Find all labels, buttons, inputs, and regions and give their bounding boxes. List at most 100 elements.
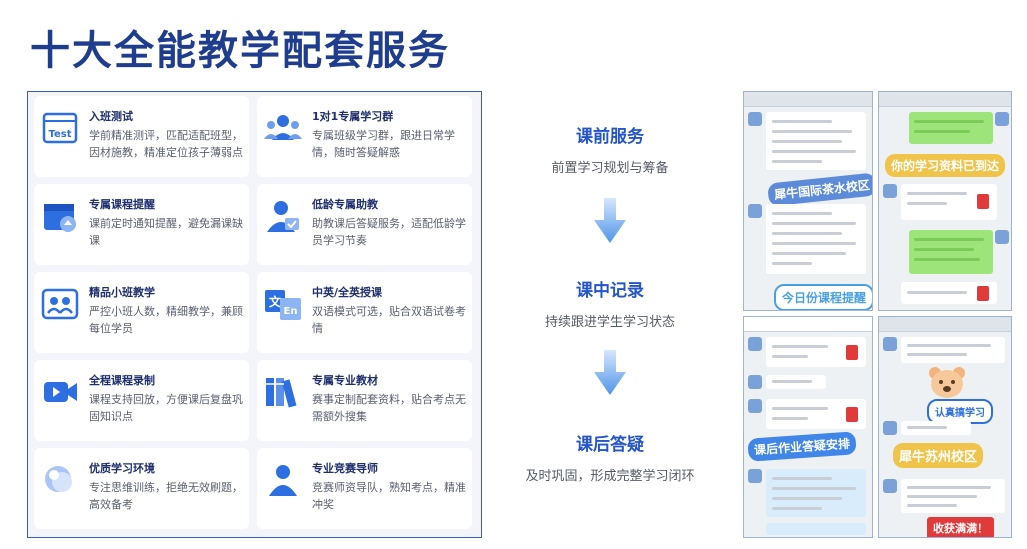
card-desc: 赛事定制配套资料，贴合考点无需额外搜集 bbox=[312, 393, 466, 423]
card-title: 专属专业教材 bbox=[312, 374, 378, 387]
flow-step-after-class: 课后答疑 及时巩固，形成完整学习闭环 bbox=[500, 430, 720, 484]
chat-screenshot-materials: 你的学习资料已到达 bbox=[878, 91, 1012, 311]
avatar bbox=[883, 337, 897, 351]
service-card-mentor: 专业竞赛导师 竞赛师资导队，熟知考点，精准冲奖 bbox=[257, 448, 472, 529]
card-title: 专属课程提醒 bbox=[89, 198, 155, 211]
avatar bbox=[995, 112, 1009, 126]
flow-step-desc: 前置学习规划与筹备 bbox=[551, 161, 669, 176]
service-card-materials: 专属专业教材 赛事定制配套资料，贴合考点无需额外搜集 bbox=[257, 360, 472, 441]
chat-status-bar bbox=[879, 317, 1011, 332]
sticker-label: 今日份课程提醒 bbox=[774, 284, 872, 310]
video-icon bbox=[44, 382, 77, 402]
card-desc: 课程支持回放，方便课后复盘巩固知识点 bbox=[89, 393, 243, 423]
small-class-icon bbox=[41, 288, 79, 320]
chat-status-bar bbox=[744, 92, 872, 107]
avatar bbox=[748, 399, 762, 413]
chat-bubble bbox=[766, 375, 826, 389]
sticker-label: 你的学习资料已到达 bbox=[885, 154, 1006, 177]
flow-step-title: 课后答疑 bbox=[576, 435, 644, 455]
chat-bubble bbox=[766, 204, 866, 274]
file-bubble bbox=[766, 399, 866, 429]
service-card-recording: 全程课程录制 课程支持回放，方便课后复盘巩固知识点 bbox=[34, 360, 249, 441]
file-bubble bbox=[901, 282, 997, 304]
chat-status-bar bbox=[744, 317, 872, 332]
flow-step-before-class: 课前服务 前置学习规划与筹备 bbox=[500, 122, 720, 176]
environment-icon bbox=[45, 466, 72, 492]
card-desc: 课前定时通知提醒，避免漏课缺课 bbox=[89, 217, 243, 247]
service-card-small-class: 精品小班教学 严控小班人数，精细教学，兼顾每位学员 bbox=[34, 272, 249, 353]
page-title: 十大全能教学配套服务 bbox=[30, 28, 450, 74]
card-desc: 专注思维训练，拒绝无效刷题，高效备考 bbox=[89, 481, 243, 511]
service-card-placement-test: Test 入班测试 学前精准测评，匹配适配班型，因材施教，精准定位孩子薄弱点 bbox=[34, 96, 249, 177]
avatar bbox=[883, 421, 897, 435]
chat-screenshot-campus: 认真搞学习 犀牛苏州校区 收获满满！ bbox=[878, 316, 1012, 538]
sticker-label: 课后作业答疑安排 bbox=[747, 431, 857, 462]
services-panel: Test 入班测试 学前精准测评，匹配适配班型，因材施教，精准定位孩子薄弱点 1… bbox=[27, 91, 482, 538]
card-desc: 严控小班人数，精细教学，兼顾每位学员 bbox=[89, 305, 243, 335]
service-card-study-group: 1对1专属学习群 专属班级学习群，跟进日常学情，随时答疑解惑 bbox=[257, 96, 472, 177]
avatar bbox=[748, 112, 762, 126]
test-icon: Test bbox=[42, 112, 78, 144]
group-icon bbox=[264, 115, 302, 140]
arrow-down-icon bbox=[594, 350, 626, 395]
avatar bbox=[883, 479, 897, 493]
card-title: 1对1专属学习群 bbox=[312, 110, 394, 123]
chat-bubble bbox=[901, 337, 1005, 363]
flow-step-during-class: 课中记录 持续跟进学生学习状态 bbox=[500, 276, 720, 330]
card-desc: 竞赛师资导队，熟知考点，精准冲奖 bbox=[312, 481, 466, 511]
card-title: 全程课程录制 bbox=[89, 374, 155, 387]
avatar bbox=[748, 204, 762, 218]
chat-bubble bbox=[766, 469, 866, 517]
flow-step-title: 课中记录 bbox=[576, 281, 644, 301]
avatar bbox=[883, 184, 897, 198]
service-card-environment: 优质学习环境 专注思维训练，拒绝无效刷题，高效备考 bbox=[34, 448, 249, 529]
service-card-assistant: 低龄专属助教 助教课后答疑服务，适配低龄学员学习节奏 bbox=[257, 184, 472, 265]
pdf-file-icon bbox=[846, 345, 858, 360]
card-desc: 专属班级学习群，跟进日常学情，随时答疑解惑 bbox=[312, 129, 455, 159]
mentor-icon bbox=[269, 465, 297, 496]
chat-bubble bbox=[766, 112, 866, 170]
pdf-file-icon bbox=[846, 407, 858, 422]
chat-bubble bbox=[766, 523, 866, 535]
sticker-label: 犀牛国际茶水校区 bbox=[767, 172, 872, 207]
card-title: 专业竞赛导师 bbox=[312, 462, 378, 475]
reminder-icon bbox=[44, 204, 76, 232]
card-title: 入班测试 bbox=[89, 110, 133, 123]
sticker-label: 收获满满！ bbox=[927, 517, 994, 537]
pdf-file-icon bbox=[977, 286, 989, 301]
books-icon bbox=[266, 378, 297, 408]
card-desc: 双语模式可选，贴合双语试卷考情 bbox=[312, 305, 466, 335]
svg-text:En: En bbox=[284, 306, 298, 317]
chat-status-bar bbox=[879, 92, 1011, 107]
card-title: 优质学习环境 bbox=[89, 462, 155, 475]
avatar bbox=[748, 337, 762, 351]
chat-bubble-sent bbox=[909, 230, 993, 274]
chat-bubble-sent bbox=[909, 112, 993, 144]
flow-step-title: 课前服务 bbox=[576, 127, 644, 147]
avatar bbox=[748, 375, 762, 389]
card-title: 中英/全英授课 bbox=[312, 286, 383, 299]
file-bubble bbox=[901, 184, 997, 220]
card-title: 精品小班教学 bbox=[89, 286, 155, 299]
chat-bubble bbox=[901, 479, 1005, 513]
service-card-bilingual: 文 En 中英/全英授课 双语模式可选，贴合双语试卷考情 bbox=[257, 272, 472, 353]
arrow-down-icon bbox=[594, 198, 626, 243]
pdf-file-icon bbox=[977, 194, 989, 209]
chat-screenshot-homework: 课后作业答疑安排 bbox=[743, 316, 873, 538]
svg-text:Test: Test bbox=[48, 129, 71, 140]
chat-bubble bbox=[901, 421, 971, 435]
avatar bbox=[995, 230, 1009, 244]
bilingual-icon: 文 En bbox=[265, 290, 301, 320]
sticker-label: 犀牛苏州校区 bbox=[893, 443, 984, 468]
bear-sticker-icon bbox=[929, 367, 965, 398]
card-desc: 助教课后答疑服务，适配低龄学员学习节奏 bbox=[312, 217, 466, 247]
chat-screenshot-reminder: 犀牛国际茶水校区 今日份课程提醒 bbox=[743, 91, 873, 311]
flow-step-desc: 持续跟进学生学习状态 bbox=[544, 315, 675, 330]
service-card-class-reminder: 专属课程提醒 课前定时通知提醒，避免漏课缺课 bbox=[34, 184, 249, 265]
avatar bbox=[748, 469, 762, 483]
card-title: 低龄专属助教 bbox=[312, 198, 378, 211]
flow-step-desc: 及时巩固，形成完整学习闭环 bbox=[525, 469, 695, 484]
assistant-icon bbox=[267, 201, 299, 232]
card-desc: 学前精准测评，匹配适配班型，因材施教，精准定位孩子薄弱点 bbox=[89, 129, 243, 159]
file-bubble bbox=[766, 337, 866, 367]
